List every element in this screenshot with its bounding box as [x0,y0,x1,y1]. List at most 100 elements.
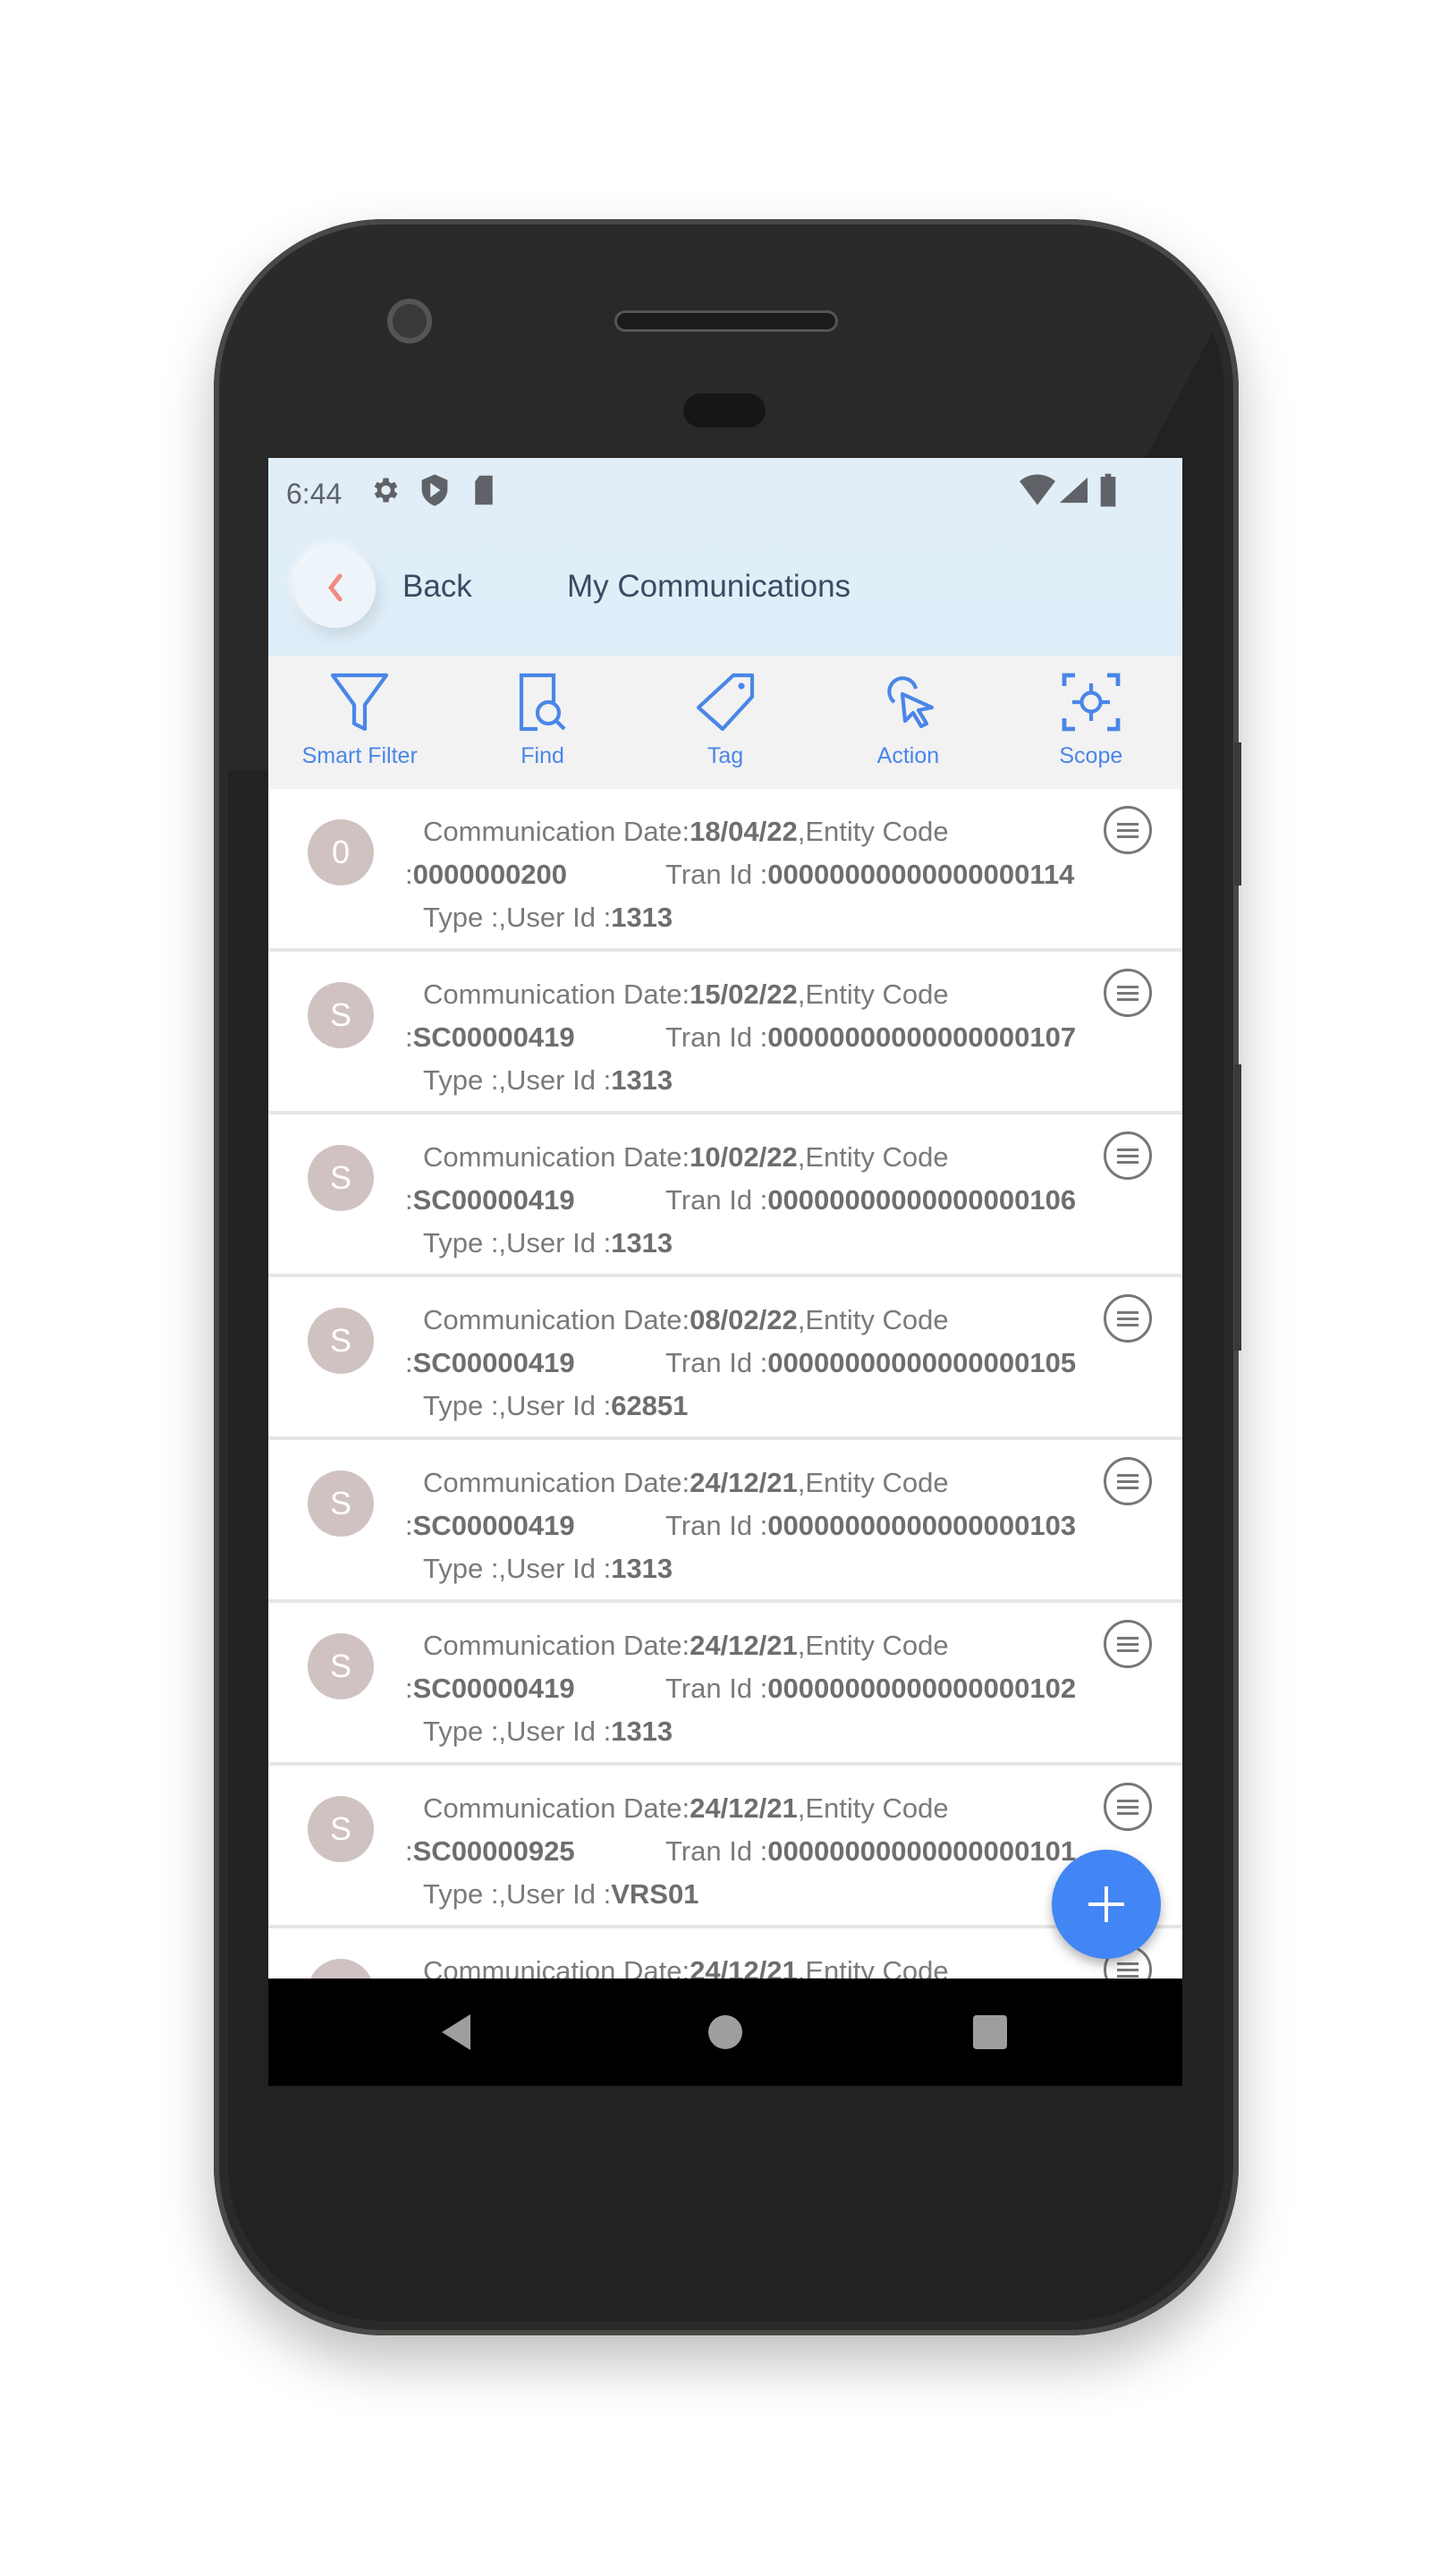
user-id-line: Type :,User Id :VRS01 [423,1878,698,1911]
date-label: Communication Date: [423,1141,690,1173]
date-label: Communication Date: [423,1792,690,1824]
list-item[interactable]: S Communication Date:08/02/22,Entity Cod… [268,1277,1182,1440]
date-label: Communication Date: [423,816,690,847]
entity-code-line: :SC00000419 [405,1021,575,1054]
row-menu-button[interactable] [1104,1131,1152,1180]
entity-code-label: ,Entity Code [797,1792,949,1824]
list-item[interactable]: S Communication Date:15/02/22,Entity Cod… [268,952,1182,1114]
tran-id-label: Tran Id : [665,1021,768,1053]
tran-id: 00000000000000000103 [767,1510,1077,1541]
user-id-line: Type :,User Id :1313 [423,1064,673,1097]
scope-label: Scope [1059,743,1123,768]
list-item[interactable]: 0 Communication Date:18/04/22,Entity Cod… [268,789,1182,952]
list-item[interactable]: S Communication Date:10/02/22,Entity Cod… [268,1114,1182,1277]
type-user-label: Type :,User Id : [423,1227,612,1258]
row-menu-button[interactable] [1104,1294,1152,1343]
nav-back-icon[interactable] [438,2012,474,2052]
tran-id-label: Tran Id : [665,1835,768,1867]
wifi-icon [1020,474,1055,505]
funnel-icon [331,673,389,732]
pointer-click-icon [887,676,935,729]
list-item[interactable]: S Communication Date:24/12/21,Entity Cod… [268,1440,1182,1603]
list-item[interactable]: S Communication Date:24/12/21,Entity Cod… [268,1766,1182,1928]
avatar: S [308,1145,374,1211]
type-user-label: Type :,User Id : [423,1064,612,1096]
tran-id: 00000000000000000107 [767,1021,1077,1053]
proximity-sensor [683,394,766,428]
type-user-label: Type :,User Id : [423,1878,612,1910]
communication-date-line: Communication Date:08/02/22,Entity Code [423,1304,949,1336]
user-id: 1313 [611,1064,673,1096]
signal-icon [1059,477,1088,504]
row-menu-button[interactable] [1104,1783,1152,1831]
entity-code: 0000000200 [412,859,568,890]
entity-prefix: : [405,1835,413,1867]
entity-code-label: ,Entity Code [797,1630,949,1661]
user-id-line: Type :,User Id :1313 [423,1716,673,1748]
row-menu-button[interactable] [1104,1620,1152,1668]
screen: 6:44 Back My Communications Smart Filter… [268,458,1182,2086]
action-button[interactable]: Action [817,656,999,789]
settings-icon [374,478,398,503]
tran-id-line: Tran Id :00000000000000000114 [665,859,1074,891]
entity-code-label: ,Entity Code [797,1141,949,1173]
type-user-label: Type :,User Id : [423,1716,612,1747]
type-user-label: Type :,User Id : [423,1390,612,1421]
entity-code-line: :0000000200 [405,859,567,891]
back-label[interactable]: Back [402,569,472,605]
row-menu-button[interactable] [1104,1457,1152,1505]
nav-recents-icon[interactable] [973,2015,1007,2049]
entity-prefix: : [405,859,413,890]
user-id: VRS01 [611,1878,699,1910]
add-button[interactable] [1052,1850,1161,1959]
entity-code: SC00000419 [412,1021,575,1053]
tran-id-label: Tran Id : [665,859,768,890]
tag-button[interactable]: Tag [634,656,817,789]
user-id: 1313 [611,902,673,933]
tran-id-line: Tran Id :00000000000000000107 [665,1021,1076,1054]
entity-prefix: : [405,1021,413,1053]
communication-date: 08/02/22 [690,1304,798,1335]
entity-code: SC00000419 [412,1510,575,1541]
user-id: 1313 [611,1716,673,1747]
volume-button [1234,1064,1241,1351]
communication-date-line: Communication Date:24/12/21,Entity Code [423,1467,949,1499]
entity-code-label: ,Entity Code [797,816,949,847]
find-button[interactable]: Find [451,656,633,789]
date-label: Communication Date: [423,1630,690,1661]
earpiece-speaker [614,310,838,332]
entity-code: SC00000419 [412,1673,575,1704]
page-title: My Communications [567,569,851,604]
tag-label: Tag [707,743,744,768]
scope-button[interactable]: Scope [1000,656,1182,789]
entity-code-line: :SC00000925 [405,1835,575,1868]
entity-prefix: : [405,1347,413,1378]
nav-home-icon[interactable] [708,2015,742,2049]
tran-id-label: Tran Id : [665,1347,768,1378]
avatar: S [308,982,374,1048]
tran-id-line: Tran Id :00000000000000000101 [665,1835,1076,1868]
user-id: 62851 [611,1390,689,1421]
smart-filter-button[interactable]: Smart Filter [268,656,451,789]
row-menu-button[interactable] [1104,969,1152,1017]
front-camera [387,299,432,343]
communication-date-line: Communication Date:24/12/21,Entity Code [423,1630,949,1662]
list-item[interactable]: S Communication Date:24/12/21,Entity Cod… [268,1603,1182,1766]
entity-prefix: : [405,1510,413,1541]
back-button[interactable] [295,547,376,628]
avatar: S [308,1470,374,1537]
tran-id-line: Tran Id :00000000000000000105 [665,1347,1076,1379]
chevron-left-icon [327,573,343,602]
avatar: S [308,1633,374,1699]
row-menu-button[interactable] [1104,806,1152,854]
tran-id: 00000000000000000102 [767,1673,1077,1704]
date-label: Communication Date: [423,979,690,1010]
plus-icon [1088,1886,1124,1922]
tran-id-line: Tran Id :00000000000000000106 [665,1184,1076,1216]
focus-target-icon [1062,673,1121,732]
shield-play-icon [421,474,448,506]
tran-id-label: Tran Id : [665,1673,768,1704]
action-label: Action [876,743,940,768]
entity-code-label: ,Entity Code [797,979,949,1010]
entity-code-line: :SC00000419 [405,1510,575,1542]
